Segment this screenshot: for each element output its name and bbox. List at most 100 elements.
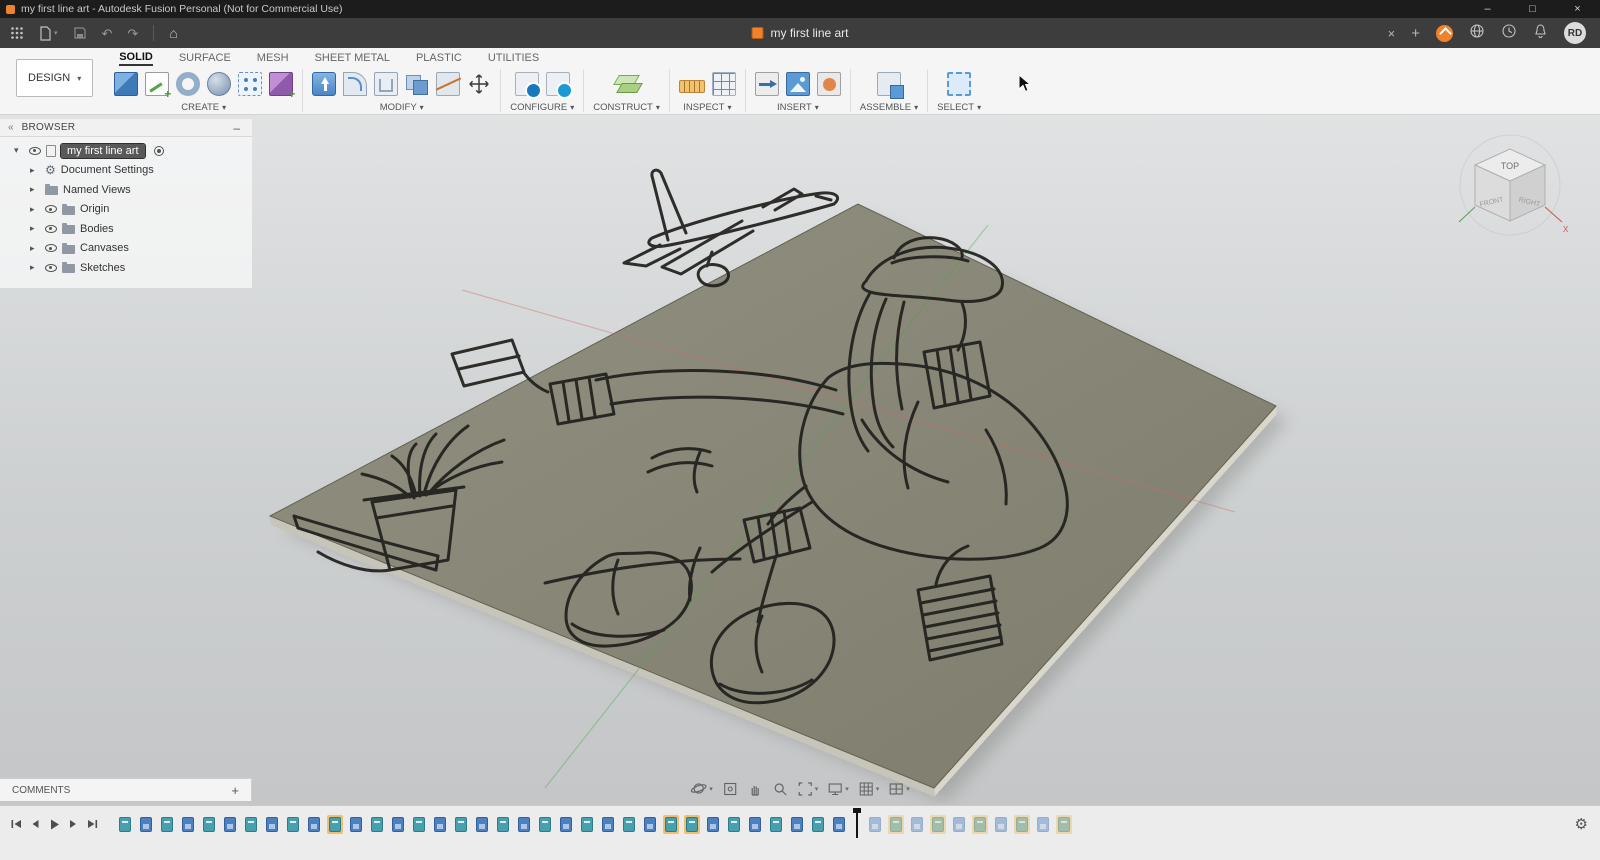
configuration-icon[interactable] — [514, 71, 542, 99]
timeline-feature[interactable] — [201, 815, 217, 834]
sphere-icon[interactable] — [207, 71, 232, 96]
modify-menu[interactable]: MODIFY ▾ — [380, 102, 424, 113]
timeline-feature[interactable] — [558, 815, 574, 834]
browser-item[interactable]: ⚙ Origin — [0, 200, 252, 220]
timeline-feature[interactable] — [411, 815, 427, 834]
timeline-feature[interactable] — [1056, 814, 1072, 834]
timeline-feature[interactable] — [180, 815, 196, 834]
timeline-feature[interactable] — [285, 815, 301, 834]
timeline-feature[interactable] — [1014, 814, 1030, 834]
timeline-feature[interactable] — [117, 815, 133, 834]
timeline-feature[interactable] — [930, 814, 946, 834]
box-primitive-icon[interactable] — [114, 71, 139, 96]
user-avatar[interactable]: RD — [1564, 22, 1586, 44]
eye-visibility-icon[interactable] — [45, 263, 57, 272]
timeline-feature[interactable] — [432, 815, 448, 834]
save-icon[interactable] — [73, 26, 87, 40]
timeline-feature[interactable] — [138, 815, 154, 834]
timeline-feature[interactable] — [726, 815, 742, 834]
timeline-feature[interactable] — [600, 815, 616, 834]
browser-item[interactable]: ⚙ Bodies — [0, 219, 252, 239]
chevron-icon[interactable] — [30, 165, 40, 176]
fusion-badge-icon[interactable] — [1436, 24, 1453, 42]
play-button[interactable] — [44, 818, 63, 831]
add-comment-icon[interactable]: + — [231, 783, 251, 798]
collapse-panel-icon[interactable]: « — [8, 122, 14, 133]
minimize-panel-icon[interactable]: – — [233, 121, 252, 135]
app-menu-icon[interactable] — [10, 26, 24, 40]
ribbon-tab[interactable]: SHEET METAL — [315, 52, 390, 65]
notifications-bell-icon[interactable] — [1533, 23, 1548, 44]
insert-menu[interactable]: INSERT ▾ — [777, 102, 819, 113]
fillet-icon[interactable] — [343, 71, 368, 96]
eye-visibility-icon[interactable] — [29, 146, 41, 155]
activate-component-radio[interactable] — [153, 145, 164, 156]
display-settings-button[interactable]: ▾ — [827, 781, 849, 797]
web-browser-icon[interactable] — [1469, 23, 1485, 44]
timeline-feature[interactable] — [831, 815, 847, 834]
eye-visibility-icon[interactable] — [45, 224, 57, 233]
chevron-icon[interactable] — [30, 243, 40, 254]
chevron-icon[interactable] — [14, 145, 24, 156]
timeline-feature[interactable] — [705, 815, 721, 834]
browser-item-label[interactable]: Document Settings — [61, 164, 154, 176]
workspace-switcher[interactable]: DESIGN ▾ — [16, 59, 94, 97]
section-analysis-icon[interactable] — [711, 71, 736, 96]
chevron-icon[interactable] — [30, 204, 40, 215]
insert-derive-icon[interactable] — [754, 71, 779, 96]
timeline-feature[interactable] — [663, 814, 679, 834]
eye-visibility-icon[interactable] — [45, 205, 57, 214]
undo-icon[interactable]: ↶ — [102, 27, 113, 40]
timeline-feature[interactable] — [789, 815, 805, 834]
eye-visibility-icon[interactable] — [45, 244, 57, 253]
move-copy-icon[interactable] — [467, 72, 491, 96]
timeline-feature[interactable] — [495, 815, 511, 834]
close-button[interactable]: × — [1555, 0, 1600, 18]
timeline-settings-gear-icon[interactable]: ⚙ — [1575, 815, 1588, 833]
timeline-feature[interactable] — [159, 815, 175, 834]
timeline-feature[interactable] — [348, 815, 364, 834]
pan-button[interactable] — [747, 781, 763, 797]
chevron-icon[interactable] — [30, 223, 40, 234]
ribbon-tab[interactable]: SURFACE — [179, 52, 231, 65]
timeline-feature[interactable] — [327, 814, 343, 834]
timeline-feature[interactable] — [453, 815, 469, 834]
browser-item-label[interactable]: Origin — [80, 203, 109, 215]
timeline-feature[interactable] — [867, 815, 883, 834]
ribbon-tab[interactable]: MESH — [257, 52, 289, 65]
timeline-feature[interactable] — [642, 815, 658, 834]
grid-display-button[interactable]: ▾ — [858, 781, 879, 797]
construct-menu[interactable]: CONSTRUCT ▾ — [593, 102, 660, 113]
new-component-assemble-icon[interactable] — [876, 71, 904, 99]
browser-item[interactable]: ⚙ Document Settings — [0, 161, 252, 181]
assemble-menu[interactable]: ASSEMBLE ▾ — [860, 102, 918, 113]
document-tab[interactable]: my first line art — [751, 18, 849, 48]
construction-plane-icon[interactable] — [613, 72, 641, 96]
browser-item[interactable]: ⚙ Sketches — [0, 258, 252, 278]
orbit-button[interactable]: ▾ — [690, 780, 713, 797]
timeline-feature[interactable] — [909, 815, 925, 834]
browser-item[interactable]: ⚙ Canvases — [0, 239, 252, 259]
configure-menu[interactable]: CONFIGURE ▾ — [510, 102, 574, 113]
timeline-feature[interactable] — [972, 814, 988, 834]
browser-item-label[interactable]: Named Views — [63, 184, 131, 196]
chevron-icon[interactable] — [30, 262, 40, 273]
ribbon-tab[interactable]: SOLID — [119, 51, 153, 66]
timeline-feature[interactable] — [621, 815, 637, 834]
new-tab-button[interactable]: + — [1411, 25, 1420, 42]
timeline-feature[interactable] — [264, 815, 280, 834]
measure-icon[interactable] — [678, 80, 705, 93]
timeline-feature[interactable] — [888, 814, 904, 834]
pattern-icon[interactable] — [238, 71, 263, 96]
look-at-button[interactable] — [722, 781, 738, 797]
chevron-icon[interactable] — [30, 184, 40, 195]
close-tab-button[interactable]: × — [1388, 26, 1396, 41]
create-menu[interactable]: CREATE ▾ — [181, 102, 226, 113]
torus-icon[interactable] — [176, 71, 201, 96]
browser-item-label[interactable]: Bodies — [80, 223, 114, 235]
timeline-feature[interactable] — [390, 815, 406, 834]
timeline-feature[interactable] — [810, 815, 826, 834]
zoom-button[interactable] — [772, 781, 788, 797]
timeline-feature[interactable] — [768, 815, 784, 834]
comments-bar[interactable]: COMMENTS + — [0, 778, 252, 801]
